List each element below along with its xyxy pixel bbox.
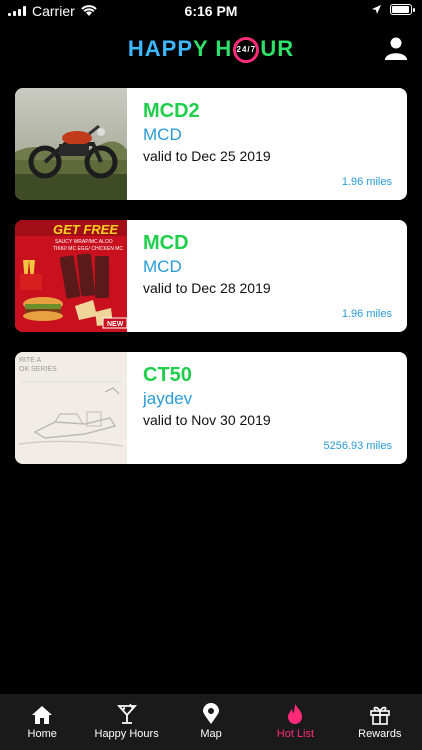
home-icon: [32, 706, 53, 724]
promo-subline: SAUCY WRAP/MC ALOO: [55, 239, 113, 245]
tab-happy-hours[interactable]: Happy Hours: [84, 694, 168, 750]
location-arrow-icon: [372, 5, 381, 14]
tab-label: Home: [27, 728, 57, 740]
offer-code: MCD: [143, 232, 189, 254]
tab-rewards[interactable]: Rewards: [338, 694, 422, 750]
motorcycle-photo: [15, 88, 127, 200]
mcdonalds-promo: GET FREE SAUCY WRAP/MC ALOO TIKKI/ MC EG…: [15, 220, 127, 332]
status-right: [371, 4, 415, 15]
logo-text-part2: Y H: [193, 36, 233, 61]
logo-text-part3: UR: [260, 36, 295, 61]
profile-button[interactable]: [384, 36, 408, 60]
offer-card[interactable]: RITE A OK SERIES CT50 jaydev valid to No…: [15, 352, 407, 464]
offer-card[interactable]: GET FREE SAUCY WRAP/MC ALOO TIKKI/ MC EG…: [15, 220, 407, 332]
offer-body: MCD2 MCD valid to Dec 25 2019 1.96 miles: [143, 88, 407, 200]
status-bar: Carrier 6:16 PM: [0, 0, 422, 22]
gift-icon: [370, 706, 390, 725]
tab-home[interactable]: Home: [0, 694, 84, 750]
tab-map[interactable]: Map: [169, 694, 253, 750]
battery-fill: [392, 6, 409, 13]
logo-ring: 24/7: [233, 37, 260, 64]
offer-merchant: jaydev: [143, 389, 193, 408]
battery-icon: [390, 4, 415, 15]
offer-body: MCD MCD valid to Dec 28 2019 1.96 miles: [143, 220, 407, 332]
sketch-illustration: RITE A OK SERIES: [15, 352, 127, 464]
status-time: 6:16 PM: [184, 3, 238, 19]
offer-merchant: MCD: [143, 125, 182, 144]
offer-merchant: MCD: [143, 257, 182, 276]
offer-body: CT50 jaydev valid to Nov 30 2019 5256.93…: [143, 352, 407, 464]
offer-code: CT50: [143, 364, 192, 386]
app-logo: HAPPY H 24/7 UR: [0, 36, 422, 64]
sketch-text-line1: RITE A: [19, 357, 42, 364]
tab-bar: Home Happy Hours Map Hot List Rewards: [0, 694, 422, 750]
offer-card[interactable]: MCD2 MCD valid to Dec 25 2019 1.96 miles: [15, 88, 407, 200]
promo-subline-2: TIKKI/ MC EGG/ CHICKEN MC: [53, 246, 123, 252]
sketch-text-line2: OK SERIES: [19, 366, 57, 373]
logo-text-part1: HAPP: [127, 36, 194, 61]
offer-validity: valid to Nov 30 2019: [143, 412, 271, 428]
tab-label: Happy Hours: [94, 728, 159, 740]
tab-hot-list[interactable]: Hot List: [253, 694, 337, 750]
offer-distance: 5256.93 miles: [323, 440, 393, 452]
offer-validity: valid to Dec 25 2019: [143, 148, 271, 164]
tab-label: Map: [200, 728, 222, 740]
promo-headline: GET FREE: [53, 222, 118, 237]
offer-distance: 1.96 miles: [341, 176, 392, 188]
tab-label: Hot List: [276, 728, 315, 740]
offer-code: MCD2: [143, 100, 200, 122]
offer-validity: valid to Dec 28 2019: [143, 280, 271, 296]
offer-distance: 1.96 miles: [341, 308, 392, 320]
app-header: HAPPY H 24/7 UR: [0, 28, 422, 72]
flame-icon: [288, 704, 303, 724]
map-pin-icon: [203, 703, 220, 724]
user-icon: [385, 37, 407, 60]
tab-label: Rewards: [358, 728, 402, 740]
promo-new-badge: NEW: [107, 321, 124, 328]
cocktail-icon: [116, 703, 137, 724]
